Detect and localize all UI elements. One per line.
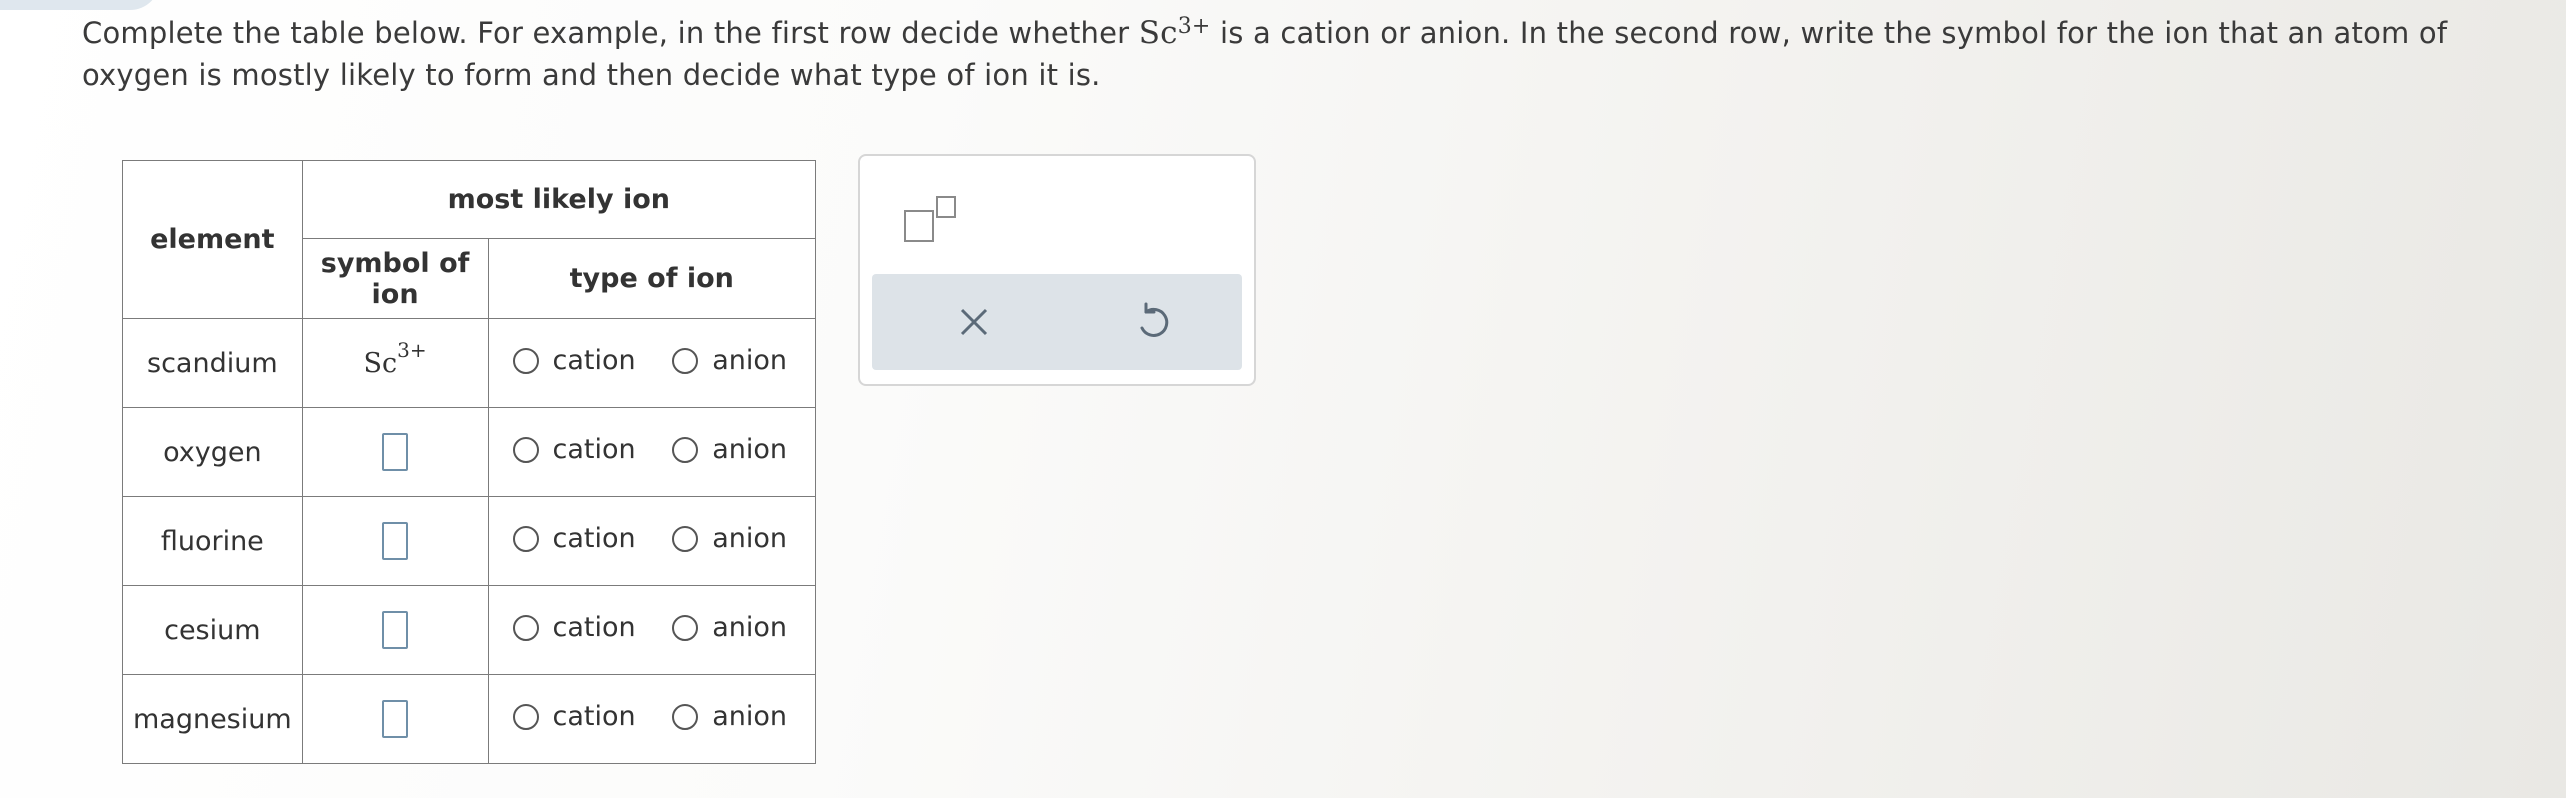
- radio-circle-icon[interactable]: [512, 614, 539, 641]
- element-name: oxygen: [122, 407, 303, 497]
- radio-circle-icon[interactable]: [512, 436, 539, 463]
- superscript-box-icon[interactable]: [904, 196, 964, 246]
- element-name: fluorine: [122, 496, 303, 586]
- radio-circle-icon[interactable]: [512, 525, 539, 552]
- table-row: cesium cation anion: [122, 585, 816, 675]
- ion-symbol-input[interactable]: [382, 611, 409, 649]
- type-cell: cation anion: [487, 318, 816, 408]
- radio-anion[interactable]: anion: [672, 523, 787, 554]
- radio-circle-icon[interactable]: [512, 703, 539, 730]
- radio-cation-label: cation: [552, 345, 636, 377]
- close-x-icon[interactable]: [950, 298, 998, 346]
- radio-cation[interactable]: cation: [512, 523, 636, 555]
- answer-tools-panel: [858, 154, 1256, 386]
- question-sc-charge: 3+: [1177, 14, 1211, 39]
- ion-symbol-input[interactable]: [382, 700, 409, 738]
- element-name: magnesium: [122, 674, 303, 764]
- radio-cation-label: cation: [552, 523, 636, 555]
- radio-circle-icon[interactable]: [512, 347, 539, 374]
- header-most-likely-ion: most likely ion: [301, 160, 817, 239]
- action-bar: [872, 274, 1242, 370]
- question-text: Complete the table below. For example, i…: [82, 12, 2522, 96]
- top-corner-tab: [0, 0, 160, 10]
- radio-cation-label: cation: [552, 612, 636, 644]
- superscript-exponent-box: [936, 196, 956, 218]
- radio-cation[interactable]: cation: [512, 701, 636, 733]
- symbol-cell: [301, 674, 489, 764]
- radio-anion[interactable]: anion: [672, 612, 787, 643]
- symbol-cell: Sc3+: [301, 318, 489, 408]
- radio-circle-icon[interactable]: [672, 703, 699, 730]
- radio-anion-label: anion: [712, 701, 787, 733]
- radio-anion-label: anion: [712, 345, 787, 377]
- symbol-cell: [301, 496, 489, 586]
- table-row: scandium Sc3+ cation anion: [122, 318, 816, 408]
- question-sc-ion: Sc3+: [1138, 14, 1211, 51]
- header-symbol-of-ion: symbol of ion: [301, 238, 489, 319]
- radio-cation[interactable]: cation: [512, 345, 636, 377]
- table-row: fluorine cation anion: [122, 496, 816, 586]
- superscript-base-box: [904, 210, 934, 242]
- table-row: oxygen cation anion: [122, 407, 816, 497]
- table-row: magnesium cation anion: [122, 674, 816, 764]
- radio-anion-label: anion: [712, 612, 787, 644]
- type-cell: cation anion: [487, 674, 816, 764]
- ion-charge-text: 3+: [397, 337, 427, 362]
- radio-circle-icon[interactable]: [672, 525, 699, 552]
- header-element: element: [122, 160, 303, 319]
- ion-symbol-input[interactable]: [382, 522, 409, 560]
- undo-icon[interactable]: [1128, 298, 1176, 346]
- type-cell: cation anion: [487, 496, 816, 586]
- radio-cation[interactable]: cation: [512, 612, 636, 644]
- radio-circle-icon[interactable]: [672, 614, 699, 641]
- ion-table: element most likely ion symbol of ion ty…: [122, 160, 817, 764]
- ion-symbol-sc: Sc3+: [363, 338, 427, 379]
- element-name: scandium: [122, 318, 303, 408]
- radio-anion-label: anion: [712, 523, 787, 555]
- radio-cation[interactable]: cation: [512, 434, 636, 466]
- radio-circle-icon[interactable]: [672, 347, 699, 374]
- radio-cation-label: cation: [552, 701, 636, 733]
- symbol-cell: [301, 407, 489, 497]
- header-type-of-ion: type of ion: [487, 238, 816, 319]
- element-name: cesium: [122, 585, 303, 675]
- radio-anion[interactable]: anion: [672, 345, 787, 376]
- question-part1: Complete the table below. For example, i…: [82, 16, 1139, 50]
- type-cell: cation anion: [487, 585, 816, 675]
- radio-cation-label: cation: [552, 434, 636, 466]
- radio-anion-label: anion: [712, 434, 787, 466]
- ion-symbol-input[interactable]: [382, 433, 409, 471]
- symbol-cell: [301, 585, 489, 675]
- ion-symbol-text: Sc: [363, 347, 398, 379]
- radio-anion[interactable]: anion: [672, 434, 787, 465]
- radio-anion[interactable]: anion: [672, 701, 787, 732]
- question-sc-symbol: Sc: [1138, 15, 1178, 51]
- radio-circle-icon[interactable]: [672, 436, 699, 463]
- type-cell: cation anion: [487, 407, 816, 497]
